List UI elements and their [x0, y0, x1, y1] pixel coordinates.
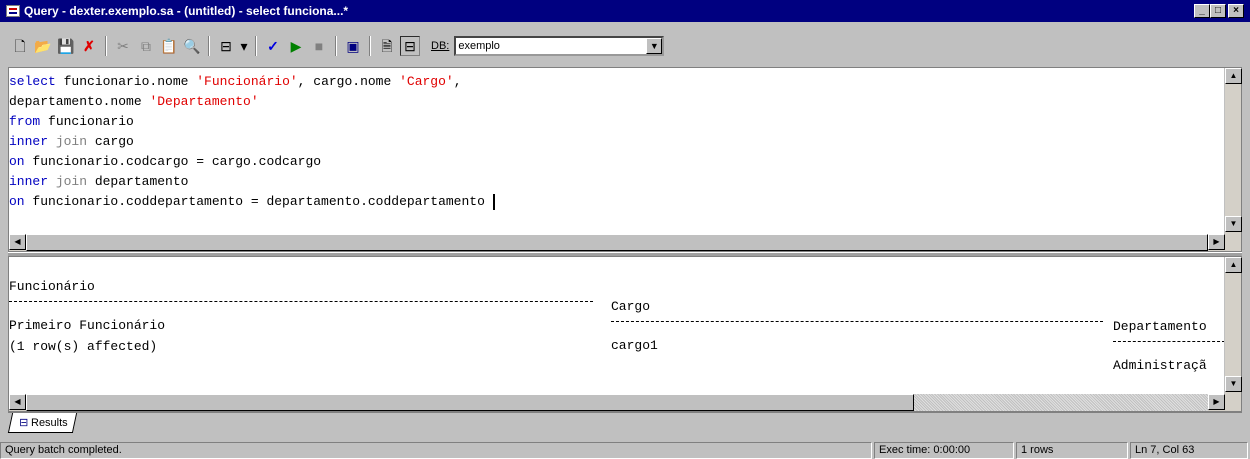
window-title: Query - dexter.exemplo.sa - (untitled) -…	[24, 4, 349, 18]
scroll-track[interactable]	[914, 394, 1208, 411]
code-token: funcionario.coddepartamento = departamen…	[24, 194, 493, 209]
toolbar: 🗋 📂 💾 ✗ ✂ ⧉ 📋 🔍 ⊟ ▾ ✓ ▶ ■ ▣ 🗎 ⊟ DB: exem…	[0, 24, 1250, 66]
code-token: on	[9, 194, 25, 209]
show-execution-plan-icon[interactable]: ▣	[343, 36, 363, 56]
code-token: departamento	[87, 174, 189, 189]
status-cursor-position: Ln 7, Col 63	[1130, 442, 1248, 459]
code-token: on	[9, 154, 25, 169]
parse-check-icon[interactable]: ✓	[263, 36, 283, 56]
execute-play-icon[interactable]: ▶	[286, 36, 306, 56]
grid-icon: ⊟	[19, 417, 29, 429]
results-vertical-scrollbar[interactable]: ▲ ▼	[1224, 257, 1242, 394]
query-editor[interactable]: select funcionario.nome 'Funcionário', c…	[8, 67, 1242, 252]
toolbar-separator	[369, 36, 371, 56]
cell: cargo1	[611, 338, 658, 353]
close-button[interactable]: ×	[1228, 4, 1244, 18]
results-mode-dropdown-icon[interactable]: ▾	[239, 36, 249, 56]
maximize-button[interactable]: □	[1210, 4, 1226, 18]
code-line[interactable]: on funcionario.coddepartamento = departa…	[9, 192, 1223, 212]
code-token: select	[9, 74, 56, 89]
delete-icon[interactable]: ✗	[79, 36, 99, 56]
code-line[interactable]: on funcionario.codcargo = cargo.codcargo	[9, 152, 1223, 172]
toolbar-separator	[255, 36, 257, 56]
code-token: departamento.nome	[9, 94, 150, 109]
stop-icon[interactable]: ■	[309, 36, 329, 56]
code-line[interactable]: departamento.nome 'Departamento'	[9, 92, 1223, 112]
save-icon[interactable]: 💾	[56, 36, 76, 56]
code-line[interactable]: select funcionario.nome 'Funcionário', c…	[9, 72, 1223, 92]
code-line[interactable]: inner join cargo	[9, 132, 1223, 152]
code-token: funcionario.codcargo = cargo.codcargo	[24, 154, 322, 169]
title-bar[interactable]: Query - dexter.exemplo.sa - (untitled) -…	[0, 0, 1250, 22]
code-line[interactable]: inner join departamento	[9, 172, 1223, 192]
status-rows: 1 rows	[1016, 442, 1128, 459]
scroll-thumb[interactable]	[26, 234, 1208, 251]
scroll-track[interactable]	[1225, 273, 1241, 376]
code-token: 'Cargo'	[399, 74, 454, 89]
toolbar-separator	[208, 36, 210, 56]
cell: Administraçã	[1113, 358, 1207, 373]
chevron-down-icon[interactable]: ▼	[646, 38, 663, 54]
scroll-left-icon[interactable]: ◀	[9, 394, 26, 410]
results-horizontal-scrollbar[interactable]: ◀ ▶	[9, 394, 1241, 411]
rows-affected-message: (1 row(s) affected)	[9, 339, 158, 354]
scroll-right-icon[interactable]: ▶	[1208, 394, 1225, 410]
minimize-button[interactable]: _	[1194, 4, 1210, 18]
scroll-up-icon[interactable]: ▲	[1225, 68, 1242, 84]
sql-code[interactable]: select funcionario.nome 'Funcionário', c…	[9, 72, 1223, 212]
code-token: cargo	[87, 134, 134, 149]
toolbar-separator	[335, 36, 337, 56]
code-token: from	[9, 114, 41, 129]
open-folder-icon[interactable]: 📂	[33, 36, 53, 56]
table-row: Primeiro Funcionário cargo1 Administraçã	[9, 296, 1225, 396]
copy-icon[interactable]: ⧉	[136, 36, 156, 56]
cell: Primeiro Funcionário	[9, 318, 166, 333]
database-select-value: exemplo	[458, 40, 500, 52]
results-pane[interactable]: Funcionário Cargo Departamento Primeiro …	[8, 256, 1242, 412]
code-token: 'Funcionário'	[196, 74, 298, 89]
new-query-icon[interactable]: 🗋	[10, 36, 30, 56]
find-icon[interactable]: 🔍	[182, 36, 202, 56]
code-token: , cargo.nome	[297, 74, 400, 89]
properties-icon[interactable]: 🗎	[377, 36, 397, 56]
editor-vertical-scrollbar[interactable]: ▲ ▼	[1224, 68, 1242, 234]
scroll-up-icon[interactable]: ▲	[1225, 257, 1242, 273]
code-token: funcionario	[40, 114, 134, 129]
scroll-right-icon[interactable]: ▶	[1208, 234, 1225, 250]
code-token: join	[48, 174, 88, 189]
cut-icon[interactable]: ✂	[113, 36, 133, 56]
code-line[interactable]: from funcionario	[9, 112, 1223, 132]
code-token: ,	[453, 74, 462, 89]
results-tab-bar: ⊟ Results	[7, 412, 1242, 436]
results-mode-icon[interactable]: ⊟	[216, 36, 236, 56]
tab-results[interactable]: ⊟ Results	[7, 413, 78, 433]
status-exec-time: Exec time: 0:00:00	[874, 442, 1014, 459]
code-token: inner	[9, 174, 49, 189]
code-token: funcionario.nome	[55, 74, 197, 89]
status-message: Query batch completed.	[0, 442, 872, 459]
scroll-track[interactable]	[1225, 84, 1241, 216]
paste-icon[interactable]: 📋	[159, 36, 179, 56]
query-window: Query - dexter.exemplo.sa - (untitled) -…	[0, 0, 1250, 459]
status-bar: Query batch completed. Exec time: 0:00:0…	[0, 442, 1250, 459]
tab-results-label: Results	[31, 416, 69, 429]
scroll-down-icon[interactable]: ▼	[1225, 376, 1242, 392]
scroll-thumb[interactable]	[26, 394, 914, 411]
scroll-down-icon[interactable]: ▼	[1225, 216, 1242, 232]
text-caret	[492, 193, 495, 210]
code-token: 'Departamento'	[149, 94, 259, 109]
results-grid: Funcionário Cargo Departamento Primeiro …	[9, 257, 1225, 396]
scroll-left-icon[interactable]: ◀	[9, 234, 26, 250]
editor-horizontal-scrollbar[interactable]: ◀ ▶	[9, 234, 1241, 251]
window-controls: _ □ ×	[1194, 4, 1244, 18]
results-pane-icon[interactable]: ⊟	[400, 36, 420, 56]
code-token: inner	[9, 134, 49, 149]
db-label: DB:	[431, 40, 450, 52]
query-app-icon	[6, 5, 20, 17]
code-token: join	[48, 134, 88, 149]
toolbar-separator	[105, 36, 107, 56]
database-select[interactable]: exemplo ▼	[454, 36, 665, 56]
